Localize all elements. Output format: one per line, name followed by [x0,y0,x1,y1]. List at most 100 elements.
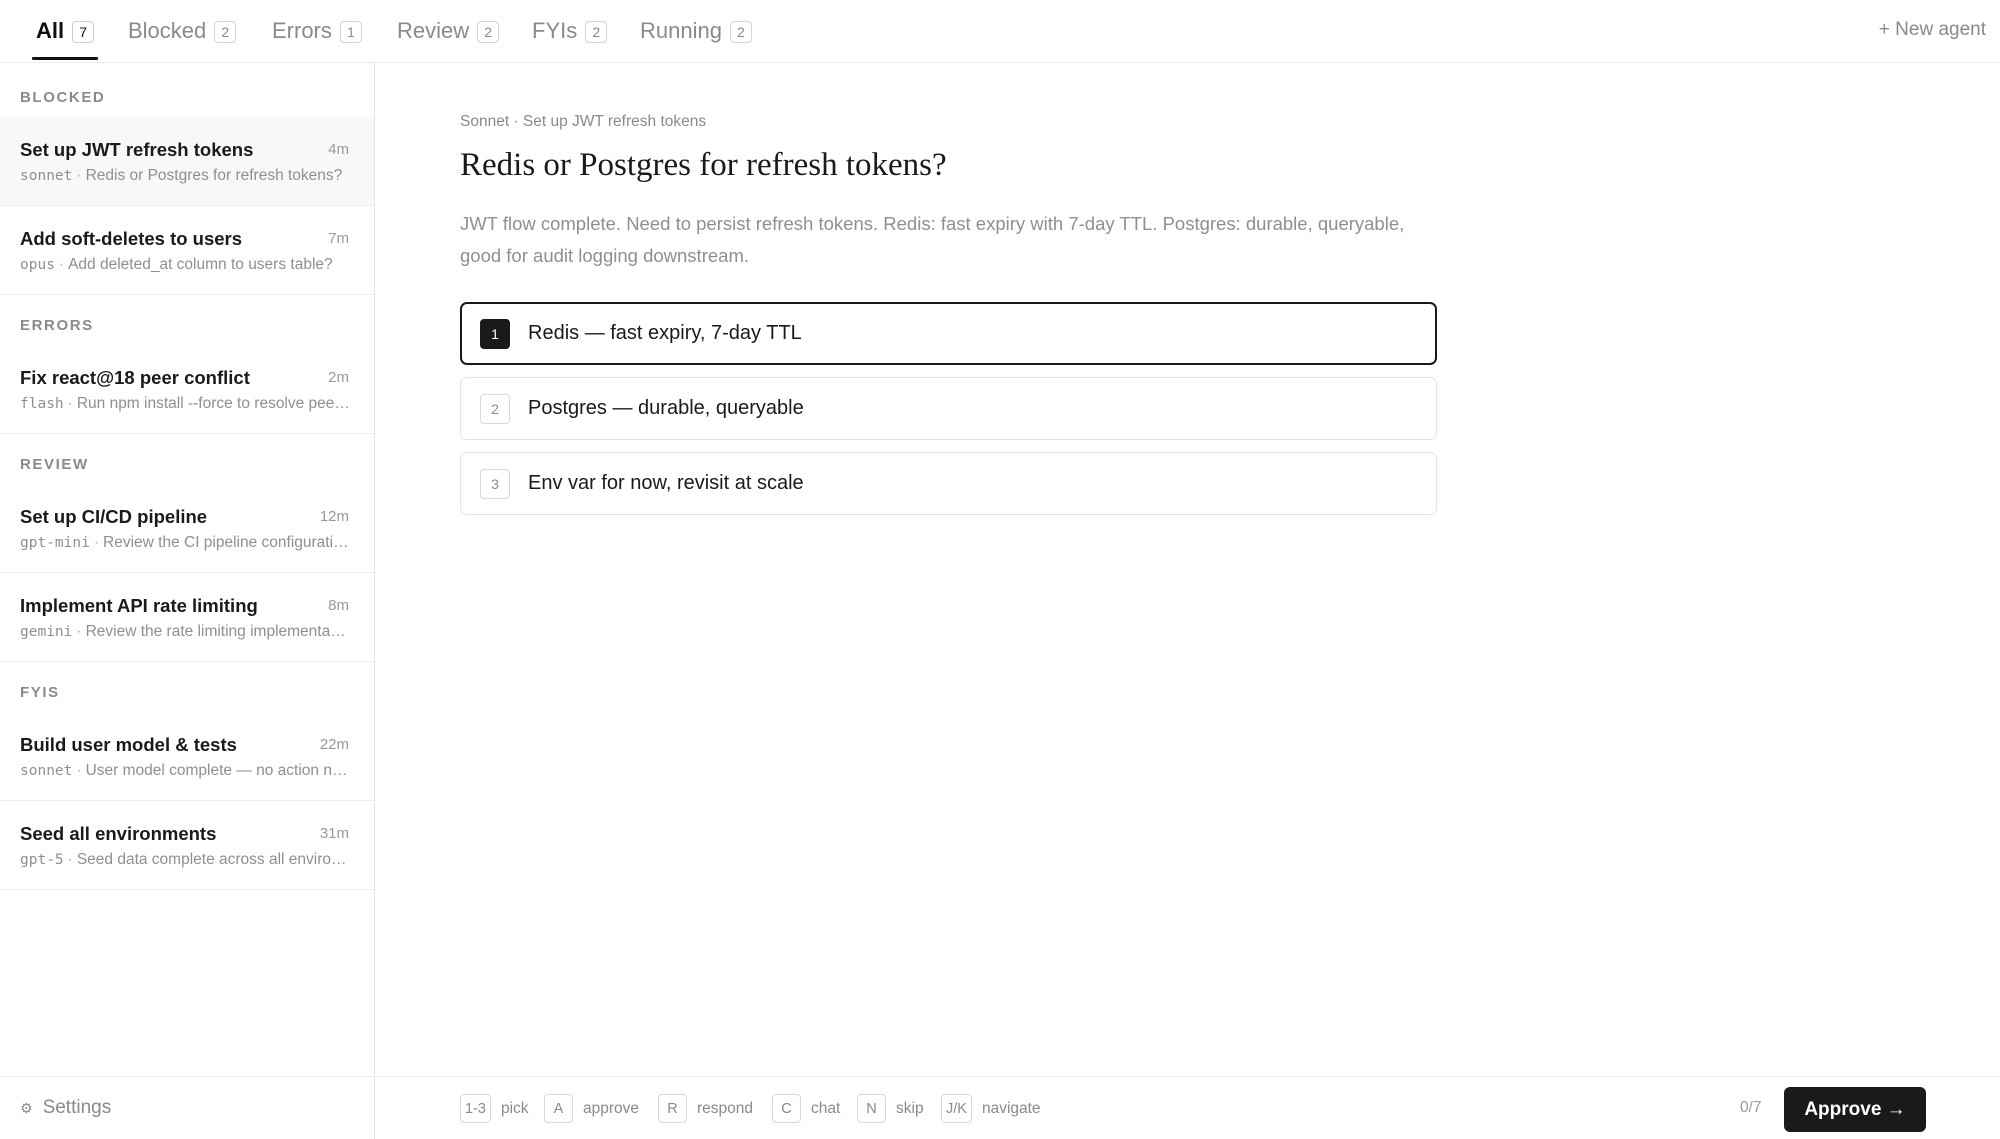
settings-button[interactable]: ⚙ Settings [0,1076,375,1139]
item-summary: User model complete — no action needed [85,762,350,779]
tab-running[interactable]: Running 2 [640,18,752,62]
item-summary: Review the rate limiting implementation [85,623,350,640]
action-bar: 1-3 pick A approve R respond C chat N sk… [376,1076,2000,1139]
item-subtitle: sonnet · Redis or Postgres for refresh tok… [20,165,350,187]
settings-label: Settings [42,1097,112,1118]
tab-bar: All 7 Blocked 2 Errors 1 Review 2 FYIs 2… [0,0,2000,63]
option-label: Env var for now, revisit at scale [528,472,804,494]
tab-label: Errors [272,18,332,43]
option-key: 2 [480,393,510,424]
list-item[interactable]: Set up CI/CD pipeline 12m gpt-mini · Revie… [0,484,374,573]
breadcrumb: Sonnet · Set up JWT refresh tokens [460,113,707,130]
list-item[interactable]: Add soft-deletes to users 7m opus · Add de… [0,206,374,295]
item-title: Set up JWT refresh tokens [20,139,254,160]
separator-dot: · [76,623,82,640]
item-model: gpt-mini [20,535,90,551]
shortcut-label: respond [697,1099,754,1117]
option-label: Redis — fast expiry, 7-day TTL [528,322,802,344]
tab-label: Blocked [128,18,207,43]
tab-count-badge: 2 [477,21,500,43]
item-summary: Redis or Postgres for refresh tokens? [85,167,343,184]
gear-icon: ⚙ [20,1099,33,1116]
option-label: Postgres — durable, queryable [528,397,804,419]
item-title: Set up CI/CD pipeline [20,506,208,527]
item-subtitle: flash · Run npm install --force to resolve… [20,393,350,415]
option-env-var[interactable]: 3 Env var for now, revisit at scale [460,452,1437,515]
shortcut-hint-chat: C chat [772,1094,840,1123]
progress-counter: 0/7 [1740,1099,1762,1116]
item-model: gemini [20,624,73,640]
tab-label: FYIs [532,18,578,43]
tab-blocked[interactable]: Blocked 2 [128,18,237,62]
shortcut-label: pick [500,1099,529,1117]
item-model: gpt-5 [20,852,64,868]
item-subtitle: gpt-mini · Review the CI pipeline configur… [20,532,350,554]
tab-count-badge: 2 [214,21,237,43]
list-item[interactable]: Implement API rate limiting 8m gemini · Re… [0,573,374,662]
shortcut-key: A [544,1094,573,1123]
tab-review[interactable]: Review 2 [397,18,500,62]
option-key: 3 [480,468,510,499]
tab-errors[interactable]: Errors 1 [272,18,362,62]
option-key: 1 [480,318,510,349]
agent-list-sidebar: BLOCKED Set up JWT refresh tokens 4m son… [0,63,375,1139]
item-summary: Run npm install --force to resolve peer … [76,395,350,412]
shortcut-key: C [772,1094,801,1123]
list-item[interactable]: Fix react@18 peer conflict 2m flash · Run … [0,345,374,434]
section-heading-blocked: BLOCKED [20,89,106,106]
shortcut-hint-navigate: J/K navigate [941,1094,1041,1123]
context-description: JWT flow complete. Need to persist refre… [460,213,1405,266]
shortcut-label: chat [811,1099,841,1117]
item-summary: Review the CI pipeline configuration [103,534,350,551]
tab-count-badge: 7 [72,21,95,43]
shortcut-key: R [658,1094,687,1123]
tab-all[interactable]: All 7 [31,18,99,62]
item-subtitle: gpt-5 · Seed data complete across all envi… [20,849,350,871]
item-time: 4m [328,141,349,158]
shortcut-label: skip [896,1099,924,1117]
item-time: 31m [319,825,349,842]
item-time: 22m [319,736,349,753]
shortcut-hint-skip: N skip [857,1094,924,1123]
new-agent-button[interactable]: + New agent [1879,19,1986,41]
list-item[interactable]: Build user model & tests 22m sonnet · User… [0,712,374,801]
item-title: Add soft-deletes to users [20,228,243,249]
option-postgres[interactable]: 2 Postgres — durable, queryable [460,377,1437,440]
tab-count-badge: 2 [585,21,608,43]
tab-label: All [36,18,65,43]
shortcut-hint-pick: 1-3 pick [460,1094,529,1123]
item-title: Fix react@18 peer conflict [20,367,250,388]
item-summary: Add deleted_at column to users table? [68,256,333,273]
approve-button[interactable]: Approve → [1784,1087,1926,1132]
item-subtitle: sonnet · User model complete — no action n… [20,760,350,782]
separator-dot: · [67,851,73,868]
separator-dot: · [93,534,100,551]
tab-count-badge: 2 [729,21,752,43]
item-time: 8m [328,597,349,614]
item-model: sonnet [20,168,73,184]
shortcut-key: N [857,1094,886,1123]
item-model: flash [20,396,64,412]
item-summary: Seed data complete across all environmen… [76,851,350,868]
section-heading-errors: ERRORS [20,317,94,334]
option-redis[interactable]: 1 Redis — fast expiry, 7-day TTL [460,302,1437,365]
item-title: Build user model & tests [20,734,237,755]
separator-dot: · [76,762,82,779]
separator-dot: · [58,256,65,273]
item-model: sonnet [20,763,73,779]
item-title: Seed all environments [20,823,217,844]
tab-fyis[interactable]: FYIs 2 [532,18,608,62]
list-item[interactable]: Set up JWT refresh tokens 4m sonnet · Redi… [0,117,374,206]
tab-label: Running [640,18,722,43]
item-subtitle: opus · Add deleted_at column to users tabl… [20,254,350,276]
section-heading-fyis: FYIS [20,684,60,701]
item-title: Implement API rate limiting [20,595,258,616]
item-model: opus [20,257,55,273]
shortcut-key: 1-3 [460,1094,491,1123]
section-heading-review: REVIEW [20,456,89,473]
separator-dot: · [67,395,73,412]
list-item[interactable]: Seed all environments 31m gpt-5 · Seed dat… [0,801,374,890]
shortcut-label: approve [583,1099,640,1117]
item-time: 7m [328,230,349,247]
tab-label: Review [397,18,470,43]
